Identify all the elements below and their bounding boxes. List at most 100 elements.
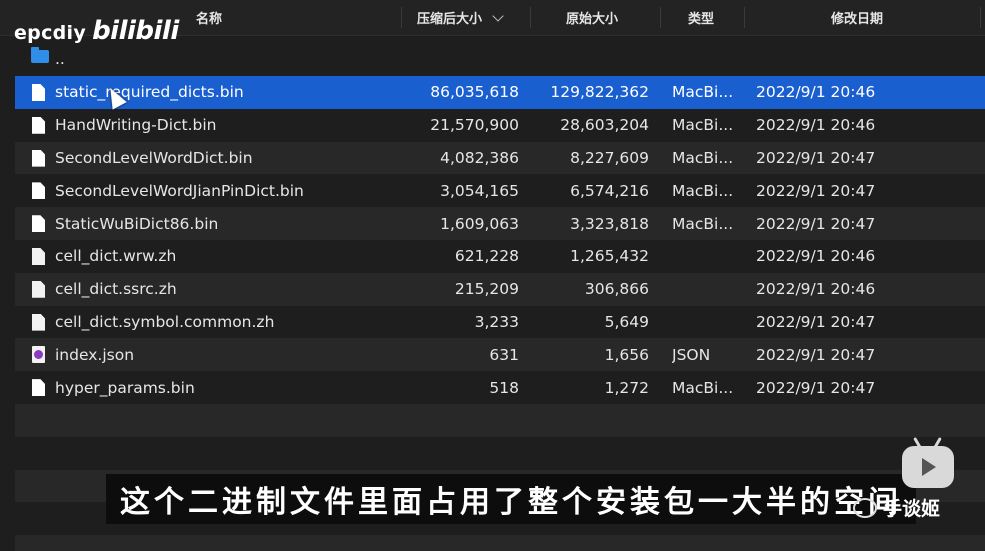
file-name: index.json <box>55 345 135 364</box>
file-modified-date: 2022/9/1 20:47 <box>756 312 876 331</box>
file-compressed-size: 3,054,165 <box>440 181 519 200</box>
file-type: MacBi... <box>672 83 734 102</box>
column-separator[interactable] <box>660 7 661 28</box>
video-subtitle: 这个二进制文件里面占用了整个安装包一大半的空间 <box>106 474 916 524</box>
column-name-label: 名称 <box>196 12 223 27</box>
file-original-size: 1,272 <box>604 378 649 397</box>
file-modified-date: 2022/9/1 20:47 <box>756 345 876 364</box>
channel-name: epcdiy <box>14 22 87 44</box>
document-icon <box>32 379 45 397</box>
wechat-account-name: 手谈姬 <box>883 498 941 520</box>
parent-folder-row[interactable]: .. <box>15 42 985 76</box>
archive-window: 名称 压缩后大小 原始大小 类型 修改日期 epcdiy bilibili .. <box>0 0 985 551</box>
file-name: cell_dict.wrw.zh <box>55 247 177 266</box>
document-icon <box>32 116 45 134</box>
file-modified-date: 2022/9/1 20:46 <box>756 116 876 135</box>
column-original-size[interactable]: 原始大小 <box>566 0 618 35</box>
file-compressed-size: 621,228 <box>454 247 519 266</box>
file-row[interactable]: SecondLevelWordDict.bin 4,082,386 8,227,… <box>15 141 985 175</box>
document-icon <box>32 182 45 200</box>
blank-document-icon <box>32 313 45 331</box>
json-file-icon <box>32 346 45 364</box>
file-original-size: 129,822,362 <box>550 83 649 102</box>
column-name[interactable]: 名称 <box>196 0 222 35</box>
document-icon <box>32 149 45 167</box>
empty-row <box>15 535 985 551</box>
file-modified-date: 2022/9/1 20:47 <box>756 378 876 397</box>
file-original-size: 1,265,432 <box>570 247 649 266</box>
empty-row <box>15 403 985 437</box>
file-original-size: 6,574,216 <box>570 181 649 200</box>
blank-document-icon <box>32 247 45 265</box>
file-row[interactable]: cell_dict.symbol.common.zh 3,233 5,649 2… <box>15 306 985 339</box>
file-row[interactable]: index.json 631 1,656 JSON 2022/9/1 20:47 <box>15 338 985 372</box>
column-modified[interactable]: 修改日期 <box>831 0 883 35</box>
empty-row <box>15 437 985 470</box>
file-compressed-size: 1,609,063 <box>440 214 519 233</box>
column-modified-label: 修改日期 <box>831 12 884 27</box>
document-icon <box>32 84 45 101</box>
file-row[interactable]: static_required_dicts.bin 86,035,618 129… <box>15 76 985 109</box>
column-separator[interactable] <box>530 7 531 28</box>
file-compressed-size: 4,082,386 <box>440 148 519 167</box>
file-modified-date: 2022/9/1 20:46 <box>756 83 876 102</box>
file-compressed-size: 215,209 <box>454 280 519 299</box>
file-original-size: 306,866 <box>584 280 649 299</box>
bilibili-tv-icon <box>902 446 954 488</box>
column-compressed-size-label: 压缩后大小 <box>417 12 483 27</box>
file-compressed-size: 21,570,900 <box>430 116 519 135</box>
file-modified-date: 2022/9/1 20:47 <box>756 214 876 233</box>
file-name: StaticWuBiDict86.bin <box>55 214 219 233</box>
file-name: SecondLevelWordJianPinDict.bin <box>55 181 304 200</box>
file-original-size: 3,323,818 <box>570 214 649 233</box>
file-row[interactable]: hyper_params.bin 518 1,272 MacBi... 2022… <box>15 371 985 404</box>
file-name: cell_dict.ssrc.zh <box>55 280 177 299</box>
column-original-size-label: 原始大小 <box>566 12 619 27</box>
file-original-size: 28,603,204 <box>560 116 649 135</box>
file-row[interactable]: StaticWuBiDict86.bin 1,609,063 3,323,818… <box>15 207 985 240</box>
folder-icon <box>31 47 49 63</box>
channel-watermark: epcdiy bilibili <box>14 18 179 44</box>
play-icon <box>922 458 936 476</box>
document-icon <box>32 215 45 233</box>
file-compressed-size: 518 <box>489 378 519 397</box>
file-modified-date: 2022/9/1 20:47 <box>756 181 876 200</box>
parent-folder-label: .. <box>55 50 65 68</box>
file-original-size: 5,649 <box>604 312 649 331</box>
file-type <box>672 306 742 339</box>
file-modified-date: 2022/9/1 20:46 <box>756 280 876 299</box>
file-name: static_required_dicts.bin <box>55 83 244 102</box>
file-row[interactable]: cell_dict.wrw.zh 621,228 1,265,432 2022/… <box>15 240 985 273</box>
file-type: MacBi... <box>672 214 734 233</box>
wechat-icon <box>853 497 877 518</box>
file-type: MacBi... <box>672 181 734 200</box>
file-type <box>672 240 742 273</box>
file-type: JSON <box>672 345 711 364</box>
file-original-size: 8,227,609 <box>570 148 649 167</box>
file-name: SecondLevelWordDict.bin <box>55 148 253 167</box>
file-type: MacBi... <box>672 378 734 397</box>
file-modified-date: 2022/9/1 20:47 <box>756 148 876 167</box>
file-type: MacBi... <box>672 116 734 135</box>
file-type <box>672 273 742 306</box>
file-modified-date: 2022/9/1 20:46 <box>756 247 876 266</box>
column-compressed-size[interactable]: 压缩后大小 <box>417 0 504 35</box>
file-compressed-size: 86,035,618 <box>430 83 519 102</box>
file-row[interactable]: SecondLevelWordJianPinDict.bin 3,054,165… <box>15 174 985 207</box>
column-separator[interactable] <box>401 7 402 28</box>
blank-document-icon <box>32 280 45 298</box>
file-name: hyper_params.bin <box>55 378 195 397</box>
file-type: MacBi... <box>672 148 734 167</box>
file-compressed-size: 631 <box>489 345 519 364</box>
file-name: cell_dict.symbol.common.zh <box>55 312 275 331</box>
wechat-watermark: 手谈姬 <box>853 494 940 521</box>
column-separator[interactable] <box>980 7 981 28</box>
column-separator[interactable] <box>744 7 745 28</box>
file-row[interactable]: cell_dict.ssrc.zh 215,209 306,866 2022/9… <box>15 272 985 306</box>
column-type-label: 类型 <box>688 12 715 27</box>
file-compressed-size: 3,233 <box>474 312 519 331</box>
column-type[interactable]: 类型 <box>688 0 714 35</box>
file-name: HandWriting-Dict.bin <box>55 116 217 135</box>
file-row[interactable]: HandWriting-Dict.bin 21,570,900 28,603,2… <box>15 109 985 142</box>
chevron-down-icon <box>492 9 504 22</box>
